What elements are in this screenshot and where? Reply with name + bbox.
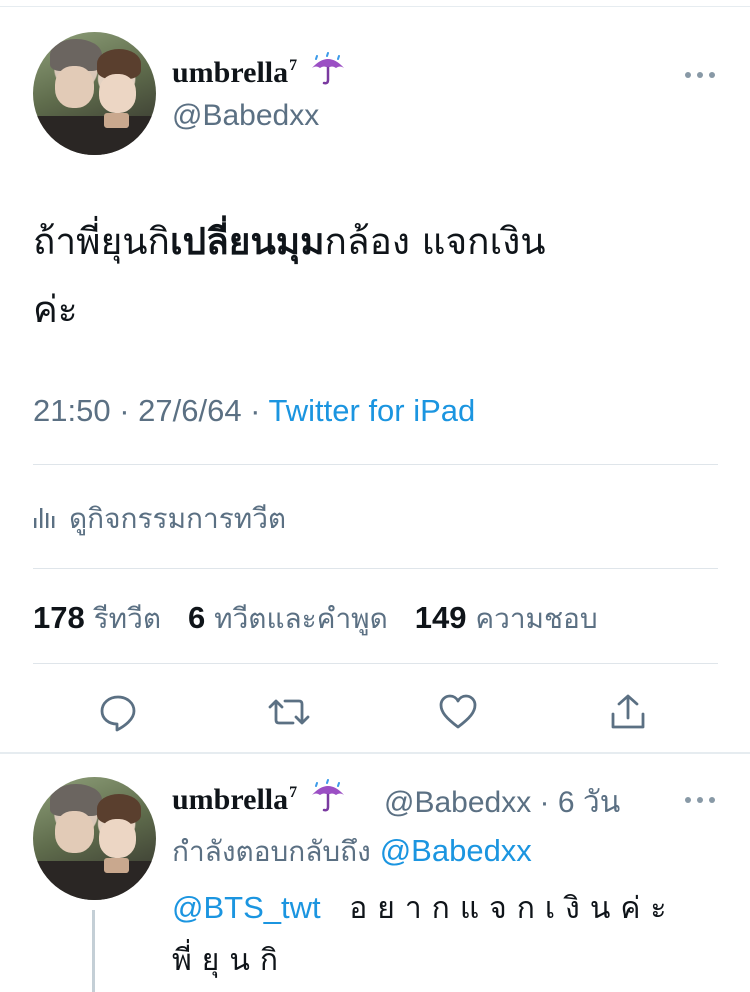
likes-stat[interactable]: 149 ความชอบ [414,600,598,635]
quotes-stat[interactable]: 6 ทวีตและคำพูด [187,600,388,635]
tweet-text-part1: ถ้าพี่ยุนกิ [33,220,170,263]
analytics-bars-icon [33,504,55,530]
retweets-count: 178 [33,600,85,635]
tweet-timestamp[interactable]: 21:50 · 27/6/64 · [33,393,269,428]
display-name-text: umbrella [172,56,289,89]
like-icon[interactable] [438,692,478,732]
retweet-icon[interactable] [267,692,310,732]
replying-label: กำลังตอบกลับถึง [172,835,380,868]
thread-line [92,910,95,992]
reply-handle-time[interactable]: @Babedxx · 6 วัน [384,779,620,826]
replying-to: กำลังตอบกลับถึง @Babedxx [172,830,532,874]
tweet-text-bold: เปลี่ยนมุม [169,220,325,263]
divider [33,464,718,465]
tweet-text-part2: กล้อง แจกเงิน [324,220,546,263]
divider [33,568,718,569]
share-icon[interactable] [608,692,648,732]
reply-avatar[interactable] [33,777,156,900]
activity-label: ดูกิจกรรมการทวีต [69,502,287,535]
reply-text-line1: อยากแจกเงินค่ะ [349,891,677,926]
likes-label: ความชอบ [475,602,598,635]
reply-icon[interactable] [98,692,138,732]
likes-count: 149 [414,600,467,635]
reply-display-name-text: umbrella [172,783,289,816]
more-dots-icon[interactable] [684,55,716,87]
section-divider [0,752,750,754]
umbrella-with-rain-icon [309,779,347,821]
quotes-label: ทวีตและคำพูด [214,602,388,635]
umbrella-with-rain-icon [309,52,347,94]
display-name-sup: 7 [289,57,298,74]
more-dots-icon[interactable] [684,780,716,812]
quotes-count: 6 [187,600,206,635]
avatar[interactable] [33,32,156,155]
tweet-meta: 21:50 · 27/6/64 · Twitter for iPad [33,393,475,429]
handle[interactable]: @Babedxx [172,99,319,133]
tweet-stats: 178 รีทวีต 6 ทวีตและคำพูด 149 ความชอบ [33,597,598,641]
reply-text-line2: พี่ยุนกิ [172,943,289,978]
divider [33,663,718,664]
retweets-stat[interactable]: 178 รีทวีต [33,600,162,635]
top-divider [0,6,750,7]
mention-link[interactable]: @BTS_twt [172,890,321,925]
tweet-source[interactable]: Twitter for iPad [269,393,476,428]
view-tweet-activity-link[interactable]: ดูกิจกรรมการทวีต [33,497,286,541]
reply-tweet-text: @BTS_twt อยากแจกเงินค่ะ พี่ยุนกิ [172,882,732,987]
tweet-text-part3: ค่ะ [33,288,78,331]
display-name[interactable]: umbrella7 [172,52,347,94]
retweets-label: รีทวีต [93,602,162,635]
reply-display-name[interactable]: umbrella7 [172,779,347,821]
reply-display-name-sup: 7 [289,784,298,801]
tweet-text: ถ้าพี่ยุนกิเปลี่ยนมุมกล้อง แจกเงินค่ะ [33,208,723,344]
replying-handle-link[interactable]: @Babedxx [380,833,532,868]
